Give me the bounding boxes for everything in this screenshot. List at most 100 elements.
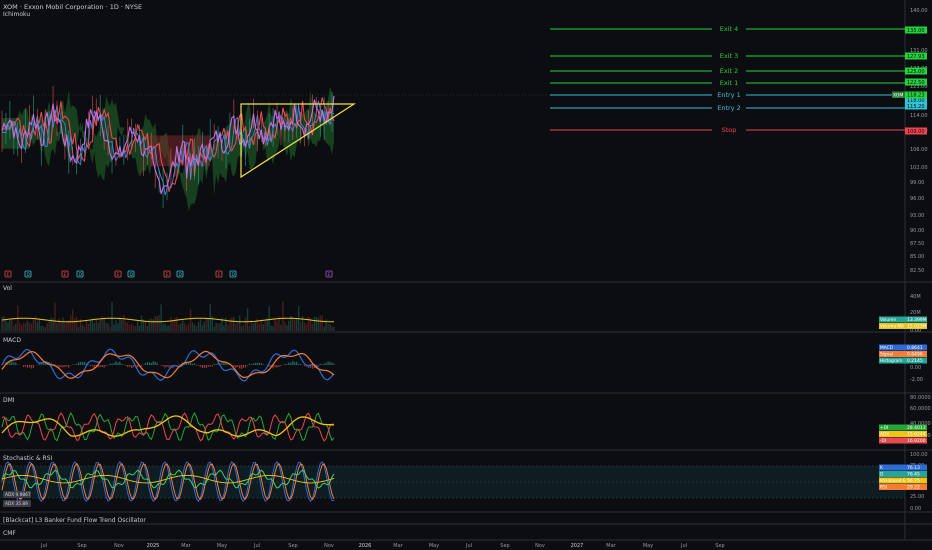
price-level-tag: 109.00: [907, 129, 925, 135]
symbol-title[interactable]: XOM · Exxon Mobil Corporation · 1D · NYS…: [3, 3, 142, 11]
price-tick-label: 106.00: [910, 147, 928, 153]
x-axis-label: Sep: [288, 543, 297, 549]
legend-macd-value: 0.6496: [907, 352, 923, 358]
stoch-left-badge: ADX 35.89: [5, 501, 28, 507]
legend-stoch-name: K: [880, 465, 883, 471]
x-axis-label: May: [429, 543, 439, 549]
volume-tick-label: 20M: [910, 310, 921, 316]
stoch-left-badge: ADX 9.9867: [5, 492, 31, 498]
price-level-label-entry-2: Entry 2: [717, 104, 741, 112]
legend-dmi-name: +DI: [880, 425, 888, 431]
price-level-label-stop: Stop: [722, 126, 737, 134]
legend-dmi-name: ADX: [880, 432, 889, 438]
dmi-tick-label: 60.0000: [910, 406, 931, 412]
event-marker-letter: E: [117, 272, 120, 278]
stoch-tick-label: 25.00: [910, 494, 924, 500]
dmi-tick-label: 80.0000: [910, 395, 931, 401]
stoch-tick-label: 100.00: [910, 452, 928, 458]
pane-label-oscillator[interactable]: [Blackcat] L3 Banker Fund Flow Trend Osc…: [3, 517, 146, 524]
indicator-label-ichimoku[interactable]: Ichimoku: [3, 11, 30, 18]
event-marker-letter: D: [232, 272, 236, 278]
price-tick-label: 140.00: [910, 8, 928, 14]
legend-macd-value: 0.2145: [907, 358, 923, 364]
price-tick-label: 102.00: [910, 165, 928, 171]
legend-stoch-name: RSI: [880, 485, 887, 491]
x-axis-label: Nov: [535, 543, 545, 549]
pane-label-volume[interactable]: Vol: [3, 285, 12, 292]
price-level-tag: 115.20: [907, 104, 925, 110]
x-axis-label: Nov: [114, 543, 124, 549]
x-axis-label: Jul: [680, 543, 687, 549]
legend-macd-name: Histogram: [880, 358, 902, 364]
dmi-minus-di-line: [1, 412, 335, 442]
volume-tick-label: 40M: [910, 294, 921, 300]
price-level-label-exit-4: Exit 4: [720, 25, 739, 33]
price-level-label-exit-1: Exit 1: [720, 79, 739, 87]
x-axis-label: Sep: [77, 543, 86, 549]
price-tick-label: 114.00: [910, 113, 928, 119]
pane-label-cmf[interactable]: CMF: [3, 530, 16, 537]
legend-dmi-value: 16.9200: [907, 438, 926, 444]
price-tick-label: 99.00: [910, 180, 924, 186]
legend-volume-value: 13.399M: [907, 317, 927, 323]
x-axis-label: Nov: [324, 543, 334, 549]
legend-volume-name: Volume: [880, 317, 896, 323]
event-marker-letter: E: [328, 272, 331, 278]
price-level-label-exit-2: Exit 2: [720, 67, 739, 75]
price-level-tag: 127.93: [907, 54, 925, 60]
x-axis-label: May: [643, 543, 653, 549]
dmi-plus-di-line: [1, 412, 335, 442]
pane-label-dmi[interactable]: DMI: [3, 397, 15, 404]
legend-name-bg: [879, 464, 905, 471]
dmi-adx-line: [1, 415, 335, 437]
x-axis-label: Mar: [181, 543, 191, 549]
legend-dmi-value: 15.6244: [907, 432, 926, 438]
legend-stoch-value: 76.13: [907, 465, 920, 471]
x-axis-label: 2027: [571, 543, 584, 549]
legend-stoch-value: 56.75: [907, 478, 920, 484]
x-axis-label: Mar: [606, 543, 616, 549]
price-tick-label: 82.50: [910, 268, 924, 274]
macd-tick-label: 0.00: [910, 365, 921, 371]
price-level-tag: 135.00: [907, 28, 925, 34]
legend-macd-value: 0.8641: [907, 345, 923, 351]
current-price-symbol: XOM: [893, 93, 903, 99]
current-price-tag: 118.23: [907, 93, 925, 99]
chart-canvas[interactable]: 140.00135.00131.00127.00123.00118.00114.…: [0, 0, 932, 550]
legend-macd-name: MACD: [880, 345, 894, 351]
price-level-tag: 122.50: [907, 80, 925, 86]
x-axis-label: Jul: [40, 543, 47, 549]
x-axis-label: Sep: [715, 543, 724, 549]
price-tick-label: 85.00: [910, 254, 924, 260]
price-tick-label: 90.00: [910, 228, 924, 234]
event-marker-letter: E: [166, 272, 169, 278]
price-tick-label: 96.00: [910, 196, 924, 202]
macd-signal-line: [1, 350, 335, 379]
pane-label-macd[interactable]: MACD: [3, 337, 21, 344]
event-marker-letter: E: [64, 272, 67, 278]
x-axis-label: Jul: [253, 543, 260, 549]
event-marker-letter: D: [130, 272, 134, 278]
legend-volume-value: 15.023M: [907, 324, 927, 330]
x-axis-label: Mar: [393, 543, 403, 549]
x-axis-label: 2025: [147, 543, 160, 549]
event-marker-letter: E: [218, 272, 221, 278]
x-axis-label: 2026: [359, 543, 372, 549]
legend-stoch-value: 29.22: [907, 485, 920, 491]
legend-macd-name: Signal: [880, 352, 893, 358]
event-marker-letter: D: [27, 272, 31, 278]
pane-label-stoch-rsi[interactable]: Stochastic & RSI: [3, 455, 52, 462]
x-axis-label: Sep: [500, 543, 509, 549]
price-level-tag: 125.00: [907, 69, 925, 75]
legend-stoch-value: 76.45: [907, 472, 920, 478]
price-level-label-exit-3: Exit 3: [720, 52, 739, 60]
event-marker-letter: D: [79, 272, 83, 278]
legend-dmi-name: -DI: [880, 438, 886, 444]
stoch-tick-label: 0.00: [910, 506, 921, 512]
legend-dmi-value: 28.4013: [907, 425, 926, 431]
x-axis-label: Jul: [465, 543, 472, 549]
event-marker-letter: D: [179, 272, 183, 278]
price-level-label-entry-1: Entry 1: [717, 91, 741, 99]
legend-volume-name: Volume MA: [880, 324, 904, 330]
price-tick-label: 93.00: [910, 213, 924, 219]
